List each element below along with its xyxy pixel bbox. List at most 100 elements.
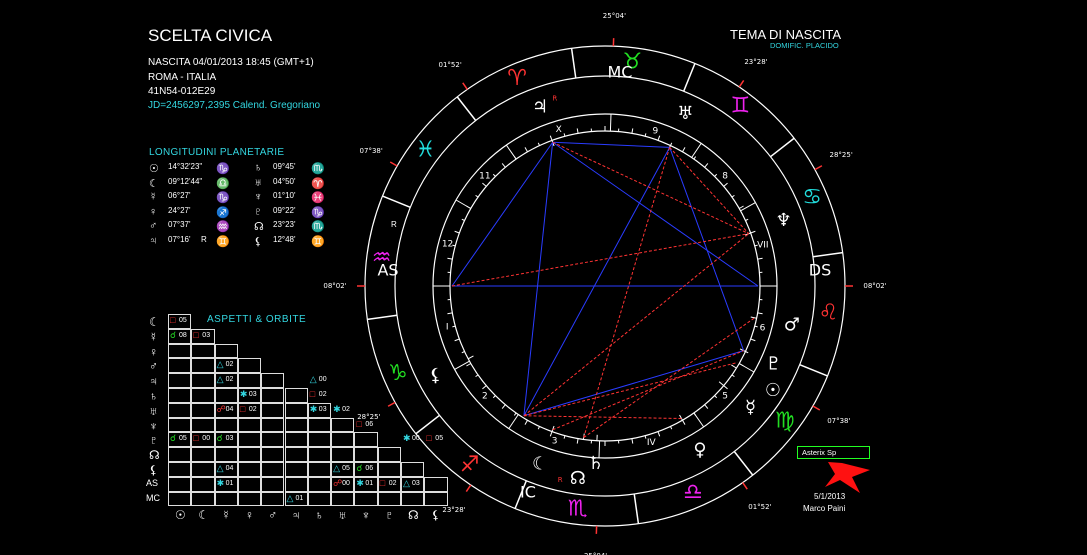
node-planet-icon: ☊ [570,468,586,489]
degree-tick [723,385,728,390]
cusp-degree-label: 23°28' [442,506,465,514]
cusp-degree-label: 07°38' [360,147,383,155]
degree-tick [524,419,528,425]
house-number: VII [757,241,768,251]
sign-divider [415,414,440,435]
neptune-planet-icon: ♆ [775,210,791,231]
degree-tick [576,438,579,444]
aspect-line [523,362,738,417]
degree-tick [682,147,686,153]
jupiter-planet-icon: ♃ [532,96,548,117]
house-number: 9 [653,126,659,136]
degree-tick [745,218,749,221]
house-cusp-line [693,412,705,428]
degree-tick [576,128,579,134]
degree-tick [704,163,709,168]
sign-divider [770,137,795,158]
zodiac-sign-icon: ♎ [683,480,703,505]
cusp-degree-label: 28°25' [357,413,380,421]
house-number: 12 [442,239,453,249]
degree-tick [657,135,661,141]
aspect-line [523,350,744,417]
sign-divider [733,451,754,476]
degree-tick [537,426,540,430]
degree-tick [492,173,496,177]
degree-tick [549,135,553,141]
degree-tick [714,395,718,399]
degree-tick [482,182,487,187]
node-retrograde-flag: R [558,476,563,484]
zodiac-sign-icon: ♓ [415,138,435,163]
cusp-marker [738,79,745,88]
zodiac-sign-icon: ♌ [818,300,838,325]
jupiter-retrograde-flag: R [552,95,557,103]
planet-position-tick [467,355,474,360]
house-number: 3 [552,437,558,447]
house-cusp-line [691,143,702,158]
degree-tick [750,230,756,234]
mars-planet-icon: ♂ [784,315,800,336]
degree-tick [466,363,472,367]
sun-planet-icon: ☉ [765,380,781,401]
cusp-marker [812,405,821,411]
zodiac-sign-icon: ♊ [731,93,751,118]
cusp-marker [389,161,398,167]
degree-tick [693,156,697,160]
degree-tick [501,404,506,409]
degree-tick [750,338,756,342]
zodiac-sign-icon: ♏ [568,496,588,521]
zodiac-sign-icon: ♈ [507,66,527,91]
degree-tick [447,312,453,315]
planet-position-tick [679,414,683,421]
cusp-marker [465,484,472,493]
planet-position-tick [718,381,725,387]
saturn-planet-icon: ♄ [588,453,604,474]
degree-tick [454,230,460,234]
degree-tick [757,312,763,315]
aspect-line [523,233,750,417]
degree-tick [714,173,718,177]
sign-divider [682,63,696,92]
degree-tick [461,351,465,354]
natal-chart-wheel: ♉♈♓♒♑♐♏♎♍♌♋♊08°02'28°25'23°28'25°04'01°5… [323,12,886,555]
cusp-marker [814,165,823,171]
degree-tick [482,385,487,390]
zodiac-sign-icon: ♋ [802,185,822,210]
sign-divider [570,48,577,79]
cusp-degree-label: 08°02' [323,282,346,290]
sign-divider [812,251,843,258]
aspect-line [583,317,755,438]
degree-tick [537,142,540,146]
descendant-label: DS [809,261,831,280]
aspect-line [552,141,670,148]
cusp-degree-label: 01°52' [748,503,771,511]
sign-divider [382,195,411,209]
planet-position-tick [731,364,737,369]
pluto-planet-icon: ♇ [766,354,782,375]
house-number: 6 [760,324,766,334]
degree-tick [501,163,506,168]
degree-tick [670,142,673,146]
degree-tick [461,218,465,221]
house-number: 5 [722,392,728,402]
venus-planet-icon: ♀ [693,440,706,461]
sign-divider [367,314,398,321]
degree-tick [731,194,735,198]
aspect-line [523,147,671,416]
degree-tick [738,205,744,209]
lilith-planet-icon: ⚸ [429,365,442,386]
house-cusp-line [455,199,472,209]
moon-planet-icon: ☾ [532,454,548,475]
degree-tick [475,374,479,378]
degree-tick [631,128,634,134]
imum-coeli-label: IC [520,483,536,502]
house-cusp-line [508,414,519,429]
aspect-line [523,142,554,416]
house-number: IV [647,438,657,448]
degree-tick [454,338,460,342]
cusp-degree-label: 08°02' [863,282,886,290]
cusp-degree-label: 23°28' [744,58,767,66]
cusp-marker [742,482,748,490]
aspect-line [523,415,682,420]
aspect-line [552,141,749,235]
